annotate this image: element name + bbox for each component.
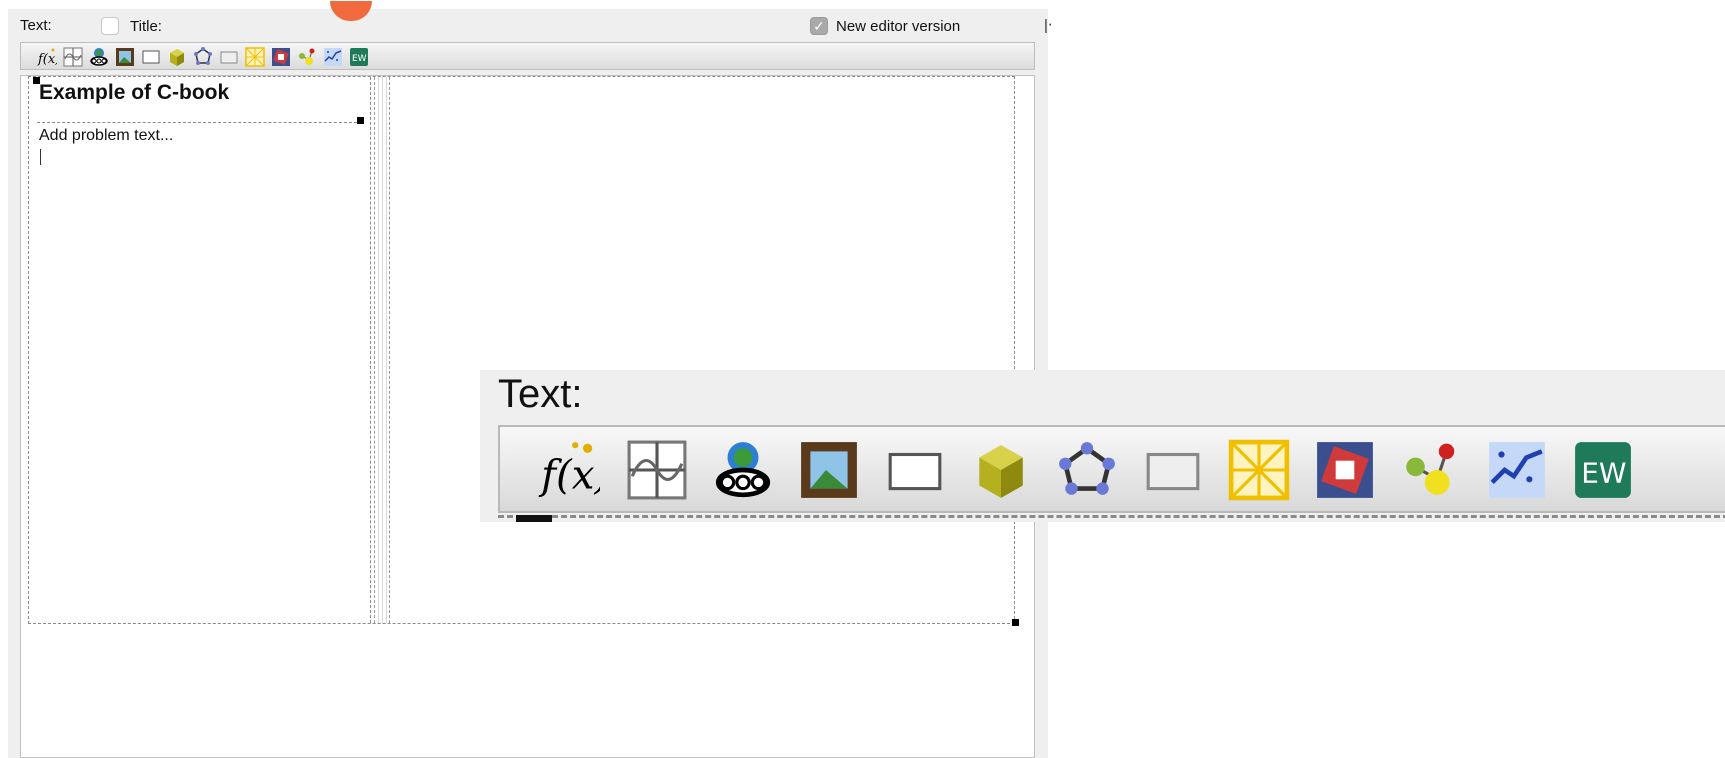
3d-cube-icon[interactable] bbox=[167, 47, 187, 67]
problem-title[interactable]: Example of C-book bbox=[39, 81, 229, 105]
zoomed-resize-handle bbox=[516, 515, 552, 522]
image-icon[interactable] bbox=[115, 47, 135, 67]
polygon-icon[interactable] bbox=[1056, 439, 1118, 501]
svg-text:f(x): f(x) bbox=[538, 452, 600, 499]
nodes-icon[interactable] bbox=[297, 47, 317, 67]
empty-box-icon[interactable] bbox=[219, 47, 239, 67]
grid-icon[interactable] bbox=[245, 47, 265, 67]
zoomed-editor-edge bbox=[498, 515, 1725, 522]
text-caret bbox=[40, 149, 41, 165]
rotated-squares-icon[interactable] bbox=[1314, 439, 1376, 501]
graph-icon[interactable] bbox=[626, 439, 688, 501]
text-box-icon[interactable] bbox=[884, 439, 946, 501]
content-frame: Example of C-book Add problem text... bbox=[28, 76, 1019, 626]
left-column: Example of C-book Add problem text... bbox=[29, 77, 371, 623]
resize-handle[interactable] bbox=[357, 117, 364, 124]
svg-text:f(x): f(x) bbox=[37, 52, 57, 67]
insert-toolbar: f(x) EW bbox=[20, 42, 1035, 70]
rotated-squares-icon[interactable] bbox=[271, 47, 291, 67]
image-icon[interactable] bbox=[798, 439, 860, 501]
text-box-icon[interactable] bbox=[141, 47, 161, 67]
resize-handle[interactable] bbox=[33, 77, 40, 84]
function-icon[interactable]: f(x) bbox=[538, 439, 600, 501]
scrollbar-edge[interactable]: |‧ bbox=[1044, 16, 1053, 34]
title-label: Title: bbox=[130, 18, 162, 35]
new-editor-label: New editor version bbox=[836, 18, 961, 35]
geogebra-icon[interactable] bbox=[89, 47, 109, 67]
column-divider[interactable] bbox=[374, 77, 390, 623]
svg-text:EW: EW bbox=[1581, 456, 1626, 489]
title-checkbox[interactable] bbox=[101, 17, 119, 35]
polygon-icon[interactable] bbox=[193, 47, 213, 67]
resize-handle[interactable] bbox=[1012, 619, 1019, 626]
graph-icon[interactable] bbox=[63, 47, 83, 67]
top-controls: Text: Title: ✓ New editor version bbox=[8, 9, 1048, 45]
svg-text:EW: EW bbox=[352, 54, 367, 64]
grid-icon[interactable] bbox=[1228, 439, 1290, 501]
title-box[interactable]: Example of C-book bbox=[33, 77, 364, 124]
zoomed-toolbar-view: Text: f(x) EW bbox=[480, 370, 1725, 522]
scatter-icon[interactable] bbox=[1486, 439, 1548, 501]
zoomed-insert-toolbar: f(x) EW bbox=[498, 425, 1725, 513]
ew-icon[interactable]: EW bbox=[1572, 439, 1634, 501]
geogebra-icon[interactable] bbox=[712, 439, 774, 501]
text-label: Text: bbox=[20, 17, 52, 34]
function-icon[interactable]: f(x) bbox=[37, 47, 57, 67]
ew-icon[interactable]: EW bbox=[349, 47, 369, 67]
new-editor-checkbox[interactable]: ✓ bbox=[810, 17, 828, 35]
zoomed-text-label: Text: bbox=[498, 372, 583, 416]
3d-cube-icon[interactable] bbox=[970, 439, 1032, 501]
problem-text[interactable]: Add problem text... bbox=[39, 127, 173, 145]
nodes-icon[interactable] bbox=[1400, 439, 1462, 501]
empty-box-icon[interactable] bbox=[1142, 439, 1204, 501]
scatter-icon[interactable] bbox=[323, 47, 343, 67]
